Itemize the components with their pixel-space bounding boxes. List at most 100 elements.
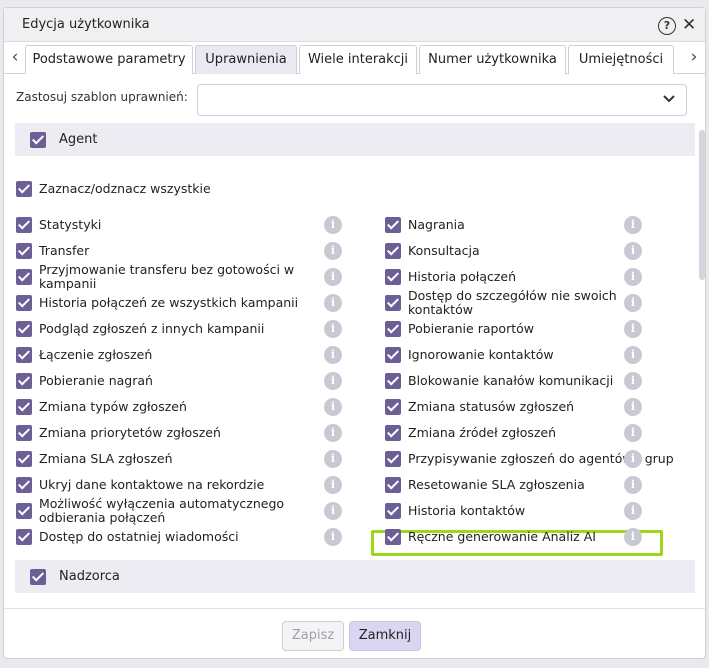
info-icon[interactable]: i	[324, 268, 342, 286]
permission-checkbox[interactable]	[16, 243, 32, 259]
chevron-down-icon	[662, 91, 676, 109]
permission-checkbox[interactable]	[385, 373, 401, 389]
left-permission-row[interactable]: Możliwość wyłączenia automatycznego odbi…	[16, 497, 346, 525]
section-agent-checkbox[interactable]	[30, 132, 46, 148]
info-icon[interactable]: i	[624, 242, 642, 260]
info-icon[interactable]: i	[324, 372, 342, 390]
permission-checkbox[interactable]	[16, 217, 32, 233]
permission-label: Łączenie zgłoszeń	[39, 347, 153, 362]
left-permission-row[interactable]: Historia połączeń ze wszystkich kampanii	[16, 290, 346, 316]
info-icon[interactable]: i	[624, 372, 642, 390]
close-icon[interactable]: ✕	[682, 15, 696, 35]
permission-checkbox[interactable]	[16, 321, 32, 337]
info-icon[interactable]: i	[624, 424, 642, 442]
permission-checkbox[interactable]	[385, 425, 401, 441]
tab-next-icon[interactable]: ›	[685, 42, 703, 74]
info-icon[interactable]: i	[324, 476, 342, 494]
permission-checkbox[interactable]	[16, 269, 32, 285]
tab-prev-icon[interactable]: ‹	[6, 42, 24, 74]
permission-checkbox[interactable]	[385, 321, 401, 337]
info-icon[interactable]: i	[324, 450, 342, 468]
permission-checkbox[interactable]	[16, 425, 32, 441]
tab-user-number[interactable]: Numer użytkownika	[419, 45, 566, 74]
info-icon[interactable]: i	[324, 294, 342, 312]
tab-skills[interactable]: Umiejętności	[568, 45, 674, 74]
permission-label: Ukryj dane kontaktowe na rekordzie	[39, 477, 265, 492]
select-all-row[interactable]: Zaznacz/odznacz wszystkie	[16, 176, 346, 202]
info-icon[interactable]: i	[324, 528, 342, 546]
left-permission-row[interactable]: Dostęp do ostatniej wiadomości	[16, 524, 346, 550]
right-permission-row[interactable]: Zmiana źródeł zgłoszeń	[385, 420, 709, 446]
info-icon[interactable]: i	[624, 502, 642, 520]
info-icon[interactable]: i	[624, 346, 642, 364]
right-permission-row[interactable]: Ręczne generowanie Analiz AI	[385, 524, 709, 550]
permission-checkbox[interactable]	[385, 399, 401, 415]
left-permission-row[interactable]: Ukryj dane kontaktowe na rekordzie	[16, 472, 346, 498]
permission-checkbox[interactable]	[385, 217, 401, 233]
right-permission-row[interactable]: Przypisywanie zgłoszeń do agentów / grup	[385, 446, 709, 472]
left-permission-row[interactable]: Zmiana SLA zgłoszeń	[16, 446, 346, 472]
info-icon[interactable]: i	[624, 528, 642, 546]
section-supervisor[interactable]: Nadzorca	[15, 560, 695, 593]
template-select[interactable]	[197, 84, 687, 116]
info-icon[interactable]: i	[624, 398, 642, 416]
info-icon[interactable]: i	[624, 476, 642, 494]
tab-basic-parameters[interactable]: Podstawowe parametry	[25, 45, 193, 74]
right-permission-row[interactable]: Blokowanie kanałów komunikacji	[385, 368, 709, 394]
permission-checkbox[interactable]	[16, 477, 32, 493]
right-permission-row[interactable]: Resetowanie SLA zgłoszenia	[385, 472, 709, 498]
permission-checkbox[interactable]	[385, 269, 401, 285]
info-icon[interactable]: i	[324, 216, 342, 234]
dialog-footer: Zapisz Zamknij	[4, 608, 705, 660]
permission-checkbox[interactable]	[385, 503, 401, 519]
permission-checkbox[interactable]	[16, 295, 32, 311]
permission-checkbox[interactable]	[16, 529, 32, 545]
info-icon[interactable]: i	[324, 242, 342, 260]
info-icon[interactable]: i	[324, 502, 342, 520]
permission-checkbox[interactable]	[385, 243, 401, 259]
info-icon[interactable]: i	[624, 450, 642, 468]
close-button[interactable]: Zamknij	[349, 621, 421, 651]
info-icon[interactable]: i	[324, 398, 342, 416]
permission-checkbox[interactable]	[385, 295, 401, 311]
right-permission-row[interactable]: Pobieranie raportów	[385, 316, 709, 342]
permission-checkbox[interactable]	[16, 503, 32, 519]
info-icon[interactable]: i	[624, 294, 642, 312]
left-permission-row[interactable]: Transfer	[16, 238, 346, 264]
info-icon[interactable]: i	[624, 268, 642, 286]
permission-checkbox[interactable]	[385, 347, 401, 363]
select-all-checkbox[interactable]	[16, 181, 32, 197]
right-permission-row[interactable]: Ignorowanie kontaktów	[385, 342, 709, 368]
help-icon[interactable]: ?	[658, 17, 676, 35]
right-permission-row[interactable]: Konsultacja	[385, 238, 709, 264]
left-permission-row[interactable]: Pobieranie nagrań	[16, 368, 346, 394]
permission-checkbox[interactable]	[385, 477, 401, 493]
tab-permissions[interactable]: Uprawnienia	[195, 45, 297, 74]
info-icon[interactable]: i	[324, 424, 342, 442]
right-permission-row[interactable]: Zmiana statusów zgłoszeń	[385, 394, 709, 420]
permission-checkbox[interactable]	[385, 451, 401, 467]
permission-checkbox[interactable]	[16, 347, 32, 363]
tab-multiple-interactions[interactable]: Wiele interakcji	[299, 45, 417, 74]
info-icon[interactable]: i	[324, 320, 342, 338]
right-permission-row[interactable]: Dostęp do szczegółów nie swoich kontaktó…	[385, 289, 709, 317]
permission-checkbox[interactable]	[385, 529, 401, 545]
left-permission-row[interactable]: Statystyki	[16, 212, 346, 238]
right-permission-row[interactable]: Historia kontaktów	[385, 498, 709, 524]
right-permission-row[interactable]: Historia połączeń	[385, 264, 709, 290]
info-icon[interactable]: i	[624, 216, 642, 234]
permission-checkbox[interactable]	[16, 451, 32, 467]
info-icon[interactable]: i	[624, 320, 642, 338]
left-permission-row[interactable]: Łączenie zgłoszeń	[16, 342, 346, 368]
section-supervisor-checkbox[interactable]	[30, 569, 46, 585]
save-button[interactable]: Zapisz	[282, 621, 344, 651]
permission-checkbox[interactable]	[16, 373, 32, 389]
left-permission-row[interactable]: Podgląd zgłoszeń z innych kampanii	[16, 316, 346, 342]
left-permission-row[interactable]: Zmiana priorytetów zgłoszeń	[16, 420, 346, 446]
left-permission-row[interactable]: Przyjmowanie transferu bez gotowości w k…	[16, 263, 346, 291]
permission-checkbox[interactable]	[16, 399, 32, 415]
section-agent[interactable]: Agent	[15, 123, 695, 156]
right-permission-row[interactable]: Nagrania	[385, 212, 709, 238]
info-icon[interactable]: i	[324, 346, 342, 364]
left-permission-row[interactable]: Zmiana typów zgłoszeń	[16, 394, 346, 420]
